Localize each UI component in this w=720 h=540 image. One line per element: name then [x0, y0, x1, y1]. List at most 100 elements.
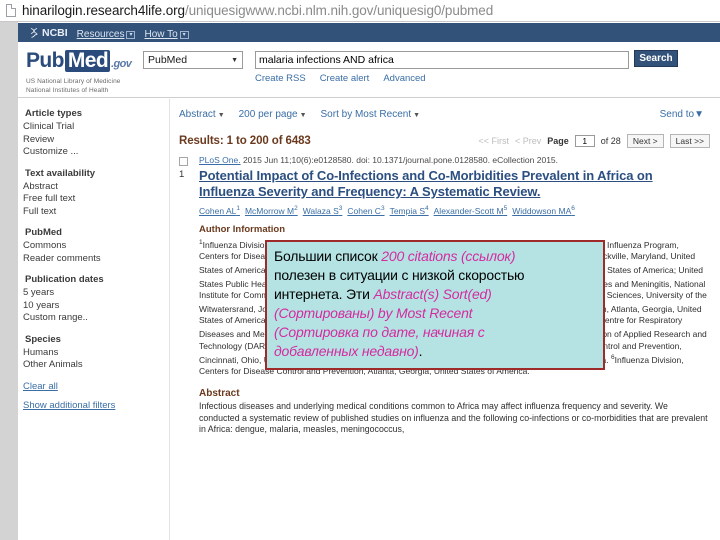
filter-item-10-years[interactable]: 10 years — [22, 300, 169, 313]
url-path: /uniquesigwww.ncbi.nlm.nih.gov/uniquesig… — [184, 3, 494, 18]
filter-item-humans[interactable]: Humans — [22, 347, 169, 360]
filter-heading: Article types — [25, 108, 83, 119]
ncbi-menu-resources[interactable]: Resources ▾ — [77, 24, 136, 42]
search-sub-links: Create RSS Create alert Advanced — [255, 73, 426, 84]
per-page-dropdown[interactable]: 200 per page ▼ — [239, 109, 307, 120]
author-affil-marker: 3 — [380, 205, 385, 212]
pagination-last[interactable]: Last >> — [669, 134, 710, 148]
author-link[interactable]: Widdowson MA6 — [512, 205, 575, 216]
filter-item-full-text[interactable]: Full text — [22, 206, 169, 219]
results-count: Results: 1 to 200 of 6483 — [179, 135, 311, 147]
journal-citation-rest: 2015 Jun 11;10(6):e0128580. doi: 10.1371… — [240, 155, 559, 165]
database-select[interactable]: PubMed ▼ — [143, 51, 243, 69]
database-select-value: PubMed — [148, 54, 188, 66]
filter-item-free-full-text[interactable]: Free full text — [22, 193, 169, 206]
sort-by-dropdown[interactable]: Sort by Most Recent ▼ — [321, 109, 421, 120]
annotation-callout: Большии список 200 citations (ссылок) пол… — [265, 240, 605, 370]
journal-name-link[interactable]: PLoS One. — [199, 155, 241, 165]
chevron-down-icon: ▼ — [413, 112, 421, 119]
author-affil-marker: 5 — [503, 205, 508, 212]
search-input-value: malaria infections AND africa — [259, 54, 394, 66]
pubmed-logo-wordmark: Pub Med .gov — [26, 50, 132, 75]
chevron-down-icon: ▾ — [126, 30, 136, 39]
pagination: << First < Prev Page 1 of 28 Next > Last… — [479, 134, 710, 148]
create-alert-link[interactable]: Create alert — [320, 73, 370, 84]
filter-item-5-years[interactable]: 5 years — [22, 287, 169, 300]
annotation-text: Большии список 200 citations (ссылок) пол… — [274, 247, 597, 361]
filter-heading: Publication dates — [25, 274, 104, 285]
annotation-line6-plain: . — [418, 343, 423, 359]
pagination-total-pages: of 28 — [600, 136, 621, 146]
pubmed-logo-med: Med — [64, 50, 111, 72]
author-name: Walaza S — [302, 205, 339, 216]
author-name: Cohen C — [347, 205, 381, 216]
author-affil-marker: 2 — [294, 205, 298, 212]
author-affil-marker: 1 — [236, 205, 240, 212]
pagination-page-label: Page — [547, 136, 569, 146]
filter-item-commons[interactable]: Commons — [22, 240, 169, 253]
pubmed-logo[interactable]: Pub Med .gov US National Library of Medici… — [26, 50, 132, 95]
create-rss-link[interactable]: Create RSS — [255, 73, 306, 84]
dna-icon — [30, 27, 38, 38]
chevron-down-icon: ▼ — [217, 112, 225, 119]
filter-group-pubmed-commons: PubMed Commons Reader comments — [22, 227, 169, 265]
pubmed-header: Pub Med .gov US National Library of Medici… — [18, 42, 720, 98]
send-to-label: Send to — [659, 109, 695, 120]
article-index: 1 — [179, 169, 185, 180]
chevron-down-icon: ▼ — [231, 56, 238, 64]
browser-screenshot: hinarilogin.research4life.org/uniquesigw… — [0, 0, 720, 540]
article-checkbox[interactable] — [179, 157, 188, 166]
abstract-text: Infectious diseases and underlying medic… — [199, 401, 708, 435]
pagination-first[interactable]: << First — [479, 136, 510, 146]
search-input[interactable]: malaria infections AND africa — [255, 51, 629, 69]
author-link[interactable]: Walaza S3 — [302, 205, 343, 216]
author-name: McMorrow M — [244, 205, 295, 216]
annotation-line5-highlight: (Сортировка по дате, начиная с — [274, 324, 485, 340]
browser-url-bar[interactable]: hinarilogin.research4life.org/uniquesigw… — [0, 0, 720, 22]
chevron-down-icon: ▼ — [299, 112, 307, 119]
display-format-dropdown[interactable]: Abstract ▼ — [179, 109, 225, 120]
send-to-dropdown[interactable]: Send to▼ — [660, 109, 704, 120]
filter-item-custom-range[interactable]: Custom range.. — [22, 312, 169, 325]
per-page-label: 200 per page — [238, 109, 298, 120]
annotation-line3-plain: интернета. Эти — [274, 286, 374, 302]
article-citation: PLoS One. 2015 Jun 11;10(6):e0128580. do… — [199, 155, 710, 166]
author-link[interactable]: Cohen C3 — [347, 205, 385, 216]
filter-item-reader-comments[interactable]: Reader comments — [22, 253, 169, 266]
ncbi-logo[interactable]: NCBI — [30, 27, 68, 39]
url-host: hinarilogin.research4life.org — [22, 3, 185, 18]
show-additional-filters-link[interactable]: Show additional filters — [22, 400, 169, 411]
author-link[interactable]: McMorrow M2 — [244, 205, 298, 216]
search-button[interactable]: Search — [634, 50, 678, 67]
filter-item-clinical-trial[interactable]: Clinical Trial — [22, 121, 169, 134]
ncbi-menu-how-to[interactable]: How To ▾ — [144, 24, 189, 42]
ncbi-header-bar: NCBI Resources ▾ How To ▾ — [18, 23, 720, 42]
article-title-link[interactable]: Potential Impact of Co-Infections and Co… — [199, 168, 710, 200]
author-link[interactable]: Alexander-Scott M5 — [434, 205, 508, 216]
filter-item-customize[interactable]: Customize ... — [22, 146, 169, 159]
annotation-line1-highlight: 200 citations (ссылок) — [381, 248, 516, 264]
advanced-search-link[interactable]: Advanced — [383, 73, 425, 84]
pagination-page-input[interactable]: 1 — [574, 135, 595, 147]
pagination-next[interactable]: Next > — [626, 134, 664, 148]
sort-by-label: Sort by Most Recent — [320, 109, 412, 120]
clear-all-link[interactable]: Clear all — [22, 381, 169, 392]
pubmed-logo-gov: .gov — [111, 58, 132, 70]
author-link[interactable]: Cohen AL1 — [199, 205, 240, 216]
article-authors: Cohen AL1 McMorrow M2 Walaza S3 Cohen C3 Tem… — [199, 203, 710, 217]
filter-heading: Text availability — [25, 167, 96, 179]
filter-item-review[interactable]: Review — [22, 134, 169, 147]
annotation-line1-plain: Большии список — [274, 248, 382, 264]
author-link[interactable]: Tempia S4 — [390, 205, 429, 216]
filter-heading: Species — [25, 333, 61, 345]
filter-item-other-animals[interactable]: Other Animals — [22, 359, 169, 372]
annotation-line4-highlight: (Сортированы) by Most Recent — [274, 305, 473, 321]
pagination-prev[interactable]: < Prev — [515, 136, 541, 146]
author-affil-marker: 4 — [425, 205, 429, 212]
annotation-line2-plain: полезен в ситуации с низкой скоростью — [274, 267, 525, 283]
author-affil-marker: 6 — [571, 205, 575, 212]
chevron-down-icon: ▾ — [179, 30, 189, 39]
annotation-line6-highlight: добавленных недавно) — [274, 343, 419, 359]
filter-item-abstract[interactable]: Abstract — [22, 181, 169, 194]
filter-group-article-types: Article types Clinical Trial Review Cust… — [22, 108, 169, 159]
